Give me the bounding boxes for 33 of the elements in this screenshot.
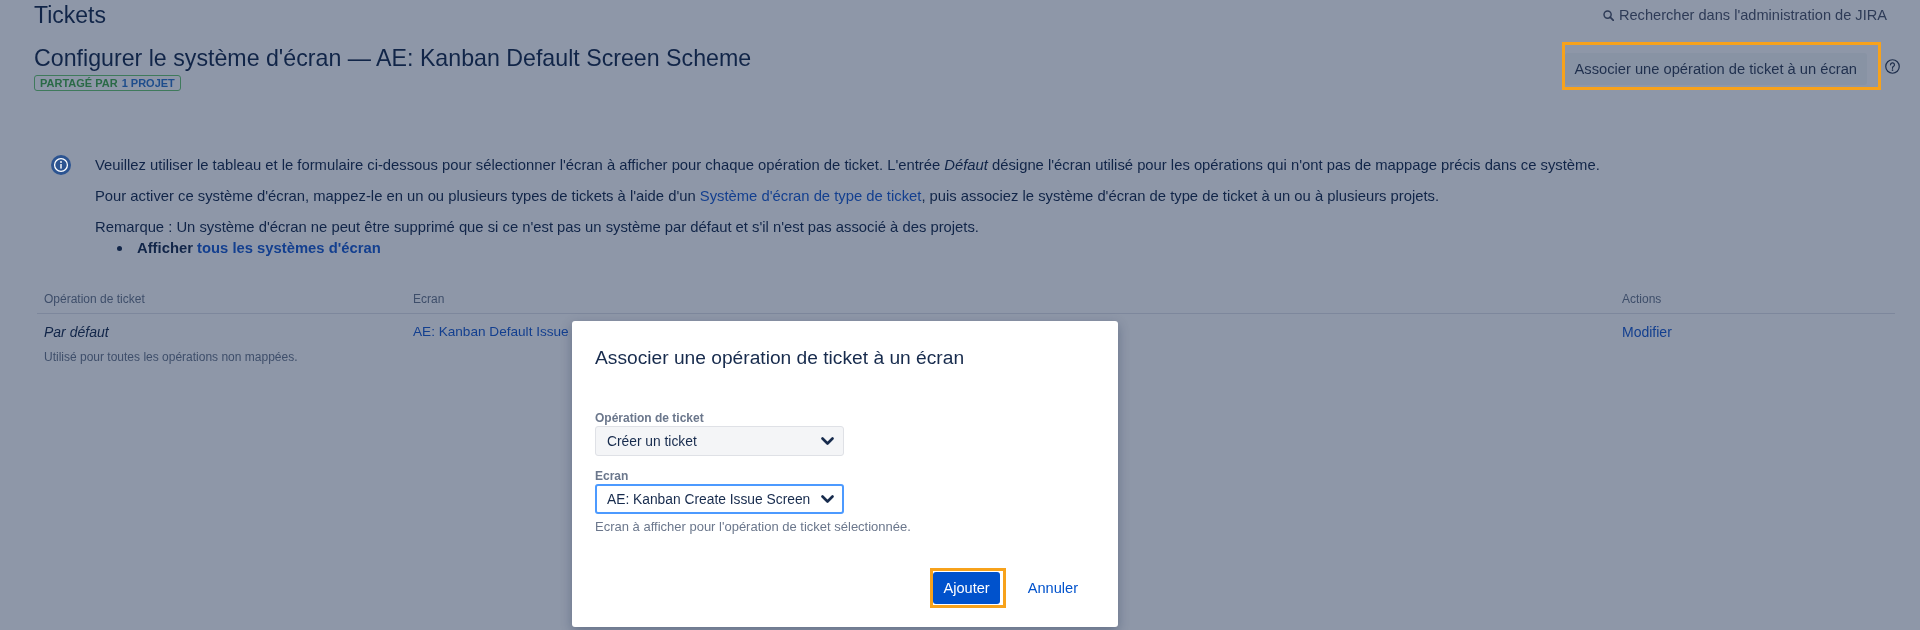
- bullet-text: Afficher tous les systèmes d'écran: [137, 239, 381, 258]
- column-header: Opération de ticket: [43, 291, 145, 307]
- operation-name: Par défaut: [44, 323, 109, 342]
- screen-scheme-link[interactable]: Système d'écran de type de ticket: [699, 188, 922, 204]
- section-title: Tickets: [34, 1, 106, 30]
- field-label: Ecran: [595, 468, 629, 484]
- help-icon[interactable]: [1885, 58, 1900, 74]
- info-paragraph: Pour activer ce système d'écran, mappez-le en un ou plusieurs types de tickets à l'aide d'un Système d'écran de type de ticket, puis associez le système d'écran de type de ticket à un ou à plusieurs projets.: [95, 187, 1441, 206]
- page-heading: Configurer le système d'écran — AE: Kanban Default Screen Scheme: [34, 44, 752, 72]
- info-note: Remarque : Un système d'écran ne peut être supprimé que si ce n'est pas un système par défaut et s'il n'est pas associé à des projets.: [95, 218, 980, 237]
- bullet-icon: [117, 245, 122, 251]
- dropdown-field[interactable]: Créer un ticket: [595, 426, 844, 456]
- associate-operation-button[interactable]: Associer une opération de ticket à un écran: [1564, 53, 1867, 85]
- screen-link[interactable]: AE: Kanban Default Issue: [413, 322, 569, 342]
- shared-label: PARTAGÉ PAR: [40, 76, 118, 90]
- column-header: Actions: [1621, 291, 1662, 307]
- edit-link[interactable]: Modifier: [1622, 322, 1672, 342]
- search-icon: [1602, 9, 1614, 21]
- dropdown-field[interactable]: AE: Kanban Create Issue Screen: [595, 484, 844, 514]
- info-icon: [51, 155, 71, 175]
- dialog-title: Associer une opération de ticket à un écran: [595, 346, 966, 370]
- all-schemes-link[interactable]: tous les systèmes d'écran: [197, 240, 381, 256]
- cancel-button[interactable]: Annuler: [1017, 572, 1088, 604]
- chevron-down-icon: [821, 494, 834, 504]
- field-help-text: Ecran à afficher pour l'opération de ticket sélectionnée.: [595, 520, 911, 534]
- info-paragraph: Veuillez utiliser le tableau et le formulaire ci-dessous pour sélectionner l'écran à afficher pour chaque opération de ticket. L'entrée Défaut désigne l'écran utilisé pour les opérations qui n'ont pas de mappage précis dans ce système.: [95, 156, 1600, 175]
- search-admin-link[interactable]: Rechercher dans l'administration de JIRA: [1602, 6, 1887, 24]
- field-label: Opération de ticket: [595, 410, 704, 426]
- chevron-down-icon: [821, 436, 834, 446]
- project-count: 1 PROJET: [121, 76, 175, 90]
- operation-description: Utilisé pour toutes les opérations non mappées.: [44, 349, 298, 365]
- submit-button[interactable]: Ajouter: [933, 572, 1000, 604]
- column-header: Ecran: [412, 291, 445, 307]
